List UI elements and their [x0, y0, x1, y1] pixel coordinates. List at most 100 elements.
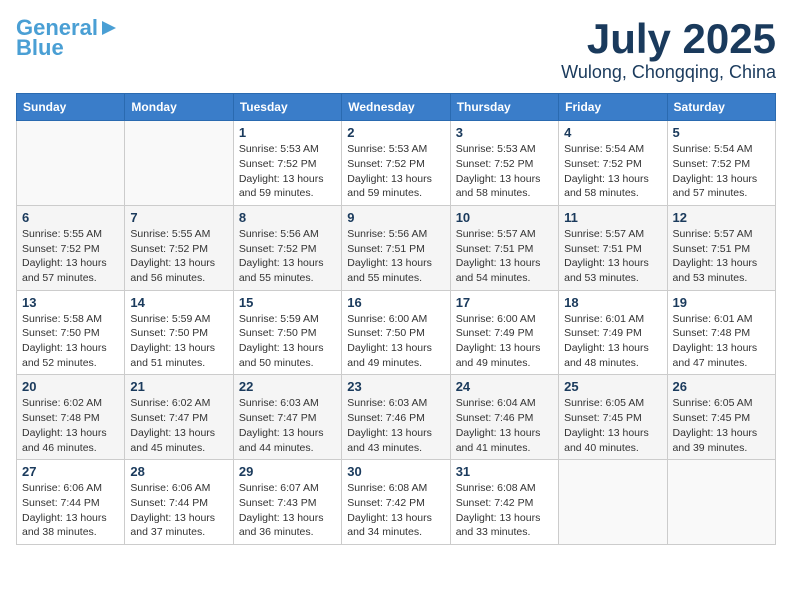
day-number: 4 — [564, 125, 661, 140]
weekday-header: Thursday — [450, 94, 558, 121]
day-number: 3 — [456, 125, 553, 140]
day-number: 16 — [347, 295, 444, 310]
day-info: Sunrise: 5:57 AM Sunset: 7:51 PM Dayligh… — [673, 227, 770, 286]
calendar-day-cell: 15Sunrise: 5:59 AM Sunset: 7:50 PM Dayli… — [233, 290, 341, 375]
day-info: Sunrise: 6:00 AM Sunset: 7:49 PM Dayligh… — [456, 312, 553, 371]
day-number: 23 — [347, 379, 444, 394]
day-info: Sunrise: 6:05 AM Sunset: 7:45 PM Dayligh… — [564, 396, 661, 455]
day-info: Sunrise: 5:53 AM Sunset: 7:52 PM Dayligh… — [347, 142, 444, 201]
calendar-day-cell — [559, 460, 667, 545]
calendar-day-cell: 29 Sunrise: 6:07 AM Sunset: 7:43 PM Dayli… — [233, 460, 341, 545]
day-number: 31 — [456, 464, 553, 479]
calendar-day-cell: 14 Sunrise: 5:59 AM Sunset: 7:50 PM Dayli… — [125, 290, 233, 375]
calendar-day-cell: 16 Sunrise: 6:00 AM Sunset: 7:50 PM Dayli… — [342, 290, 450, 375]
calendar-table: SundayMondayTuesdayWednesdayThursdayFrid… — [16, 93, 776, 545]
day-number: 9 — [347, 210, 444, 225]
day-number: 19 — [673, 295, 770, 310]
weekday-header: Monday — [125, 94, 233, 121]
day-number: 24 — [456, 379, 553, 394]
day-info: Sunrise: 6:03 AM Sunset: 7:47 PM Dayligh… — [239, 396, 336, 455]
day-number: 22 — [239, 379, 336, 394]
weekday-header: Sunday — [17, 94, 125, 121]
day-number: 6 — [22, 210, 119, 225]
day-number: 2 — [347, 125, 444, 140]
day-info: Sunrise: 5:54 AM Sunset: 7:52 PM Dayligh… — [564, 142, 661, 201]
day-info: Sunrise: 6:01 AM Sunset: 7:49 PM Dayligh… — [564, 312, 661, 371]
day-info: Sunrise: 6:08 AM Sunset: 7:42 PM Dayligh… — [347, 481, 444, 540]
day-info: Sunrise: 6:05 AM Sunset: 7:45 PM Dayligh… — [673, 396, 770, 455]
day-info: Sunrise: 5:59 AM Sunset: 7:50 PM Dayligh… — [130, 312, 227, 371]
logo-arrow-icon — [98, 17, 120, 39]
logo-blue-text: Blue — [16, 36, 64, 60]
calendar-day-cell: 18 Sunrise: 6:01 AM Sunset: 7:49 PM Dayli… — [559, 290, 667, 375]
calendar-week-row: 1 Sunrise: 5:53 AM Sunset: 7:52 PM Daylig… — [17, 121, 776, 206]
day-info: Sunrise: 6:04 AM Sunset: 7:46 PM Dayligh… — [456, 396, 553, 455]
calendar-day-cell: 11 Sunrise: 5:57 AM Sunset: 7:51 PM Dayli… — [559, 205, 667, 290]
day-number: 18 — [564, 295, 661, 310]
calendar-day-cell: 22 Sunrise: 6:03 AM Sunset: 7:47 PM Dayli… — [233, 375, 341, 460]
calendar-day-cell: 3 Sunrise: 5:53 AM Sunset: 7:52 PM Daylig… — [450, 121, 558, 206]
day-number: 26 — [673, 379, 770, 394]
day-info: Sunrise: 5:58 AM Sunset: 7:50 PM Dayligh… — [22, 312, 119, 371]
month-title: July 2025 — [561, 16, 776, 62]
calendar-day-cell: 9 Sunrise: 5:56 AM Sunset: 7:51 PM Daylig… — [342, 205, 450, 290]
calendar-week-row: 13 Sunrise: 5:58 AM Sunset: 7:50 PM Dayli… — [17, 290, 776, 375]
day-number: 25 — [564, 379, 661, 394]
day-info: Sunrise: 5:57 AM Sunset: 7:51 PM Dayligh… — [564, 227, 661, 286]
page-header: General Blue July 2025 Wulong, Chongqing… — [16, 16, 776, 83]
calendar-day-cell: 21Sunrise: 6:02 AM Sunset: 7:47 PM Dayli… — [125, 375, 233, 460]
day-info: Sunrise: 5:57 AM Sunset: 7:51 PM Dayligh… — [456, 227, 553, 286]
day-info: Sunrise: 6:03 AM Sunset: 7:46 PM Dayligh… — [347, 396, 444, 455]
weekday-header: Wednesday — [342, 94, 450, 121]
day-info: Sunrise: 6:02 AM Sunset: 7:48 PM Dayligh… — [22, 396, 119, 455]
day-info: Sunrise: 6:00 AM Sunset: 7:50 PM Dayligh… — [347, 312, 444, 371]
calendar-day-cell: 25 Sunrise: 6:05 AM Sunset: 7:45 PM Dayli… — [559, 375, 667, 460]
calendar-day-cell: 4 Sunrise: 5:54 AM Sunset: 7:52 PM Daylig… — [559, 121, 667, 206]
day-info: Sunrise: 5:53 AM Sunset: 7:52 PM Dayligh… — [239, 142, 336, 201]
day-number: 11 — [564, 210, 661, 225]
day-number: 28 — [130, 464, 227, 479]
location-title: Wulong, Chongqing, China — [561, 62, 776, 83]
day-number: 27 — [22, 464, 119, 479]
calendar-day-cell: 1 Sunrise: 5:53 AM Sunset: 7:52 PM Daylig… — [233, 121, 341, 206]
weekday-header-row: SundayMondayTuesdayWednesdayThursdayFrid… — [17, 94, 776, 121]
day-number: 5 — [673, 125, 770, 140]
day-number: 20 — [22, 379, 119, 394]
day-info: Sunrise: 5:59 AM Sunset: 7:50 PM Dayligh… — [239, 312, 336, 371]
day-number: 14 — [130, 295, 227, 310]
calendar-day-cell: 27 Sunrise: 6:06 AM Sunset: 7:44 PM Dayli… — [17, 460, 125, 545]
weekday-header: Friday — [559, 94, 667, 121]
day-info: Sunrise: 5:56 AM Sunset: 7:51 PM Dayligh… — [347, 227, 444, 286]
calendar-day-cell: 10Sunrise: 5:57 AM Sunset: 7:51 PM Dayli… — [450, 205, 558, 290]
calendar-day-cell: 26 Sunrise: 6:05 AM Sunset: 7:45 PM Dayli… — [667, 375, 775, 460]
day-info: Sunrise: 5:53 AM Sunset: 7:52 PM Dayligh… — [456, 142, 553, 201]
calendar-day-cell: 6 Sunrise: 5:55 AM Sunset: 7:52 PM Daylig… — [17, 205, 125, 290]
weekday-header: Saturday — [667, 94, 775, 121]
day-number: 17 — [456, 295, 553, 310]
day-number: 13 — [22, 295, 119, 310]
calendar-day-cell: 17 Sunrise: 6:00 AM Sunset: 7:49 PM Dayli… — [450, 290, 558, 375]
day-info: Sunrise: 6:07 AM Sunset: 7:43 PM Dayligh… — [239, 481, 336, 540]
day-info: Sunrise: 5:55 AM Sunset: 7:52 PM Dayligh… — [130, 227, 227, 286]
weekday-header: Tuesday — [233, 94, 341, 121]
day-info: Sunrise: 5:56 AM Sunset: 7:52 PM Dayligh… — [239, 227, 336, 286]
calendar-day-cell: 24 Sunrise: 6:04 AM Sunset: 7:46 PM Dayli… — [450, 375, 558, 460]
calendar-day-cell: 23 Sunrise: 6:03 AM Sunset: 7:46 PM Dayli… — [342, 375, 450, 460]
day-info: Sunrise: 6:06 AM Sunset: 7:44 PM Dayligh… — [22, 481, 119, 540]
day-info: Sunrise: 5:55 AM Sunset: 7:52 PM Dayligh… — [22, 227, 119, 286]
calendar-day-cell — [667, 460, 775, 545]
calendar-day-cell: 28 Sunrise: 6:06 AM Sunset: 7:44 PM Dayli… — [125, 460, 233, 545]
day-number: 21 — [130, 379, 227, 394]
day-info: Sunrise: 6:06 AM Sunset: 7:44 PM Dayligh… — [130, 481, 227, 540]
day-number: 29 — [239, 464, 336, 479]
calendar-day-cell: 12 Sunrise: 5:57 AM Sunset: 7:51 PM Dayli… — [667, 205, 775, 290]
day-number: 12 — [673, 210, 770, 225]
day-number: 1 — [239, 125, 336, 140]
calendar-day-cell: 31Sunrise: 6:08 AM Sunset: 7:42 PM Dayli… — [450, 460, 558, 545]
calendar-day-cell: 7 Sunrise: 5:55 AM Sunset: 7:52 PM Daylig… — [125, 205, 233, 290]
day-number: 8 — [239, 210, 336, 225]
day-info: Sunrise: 6:01 AM Sunset: 7:48 PM Dayligh… — [673, 312, 770, 371]
day-number: 7 — [130, 210, 227, 225]
calendar-day-cell — [125, 121, 233, 206]
calendar-day-cell: 8 Sunrise: 5:56 AM Sunset: 7:52 PM Daylig… — [233, 205, 341, 290]
